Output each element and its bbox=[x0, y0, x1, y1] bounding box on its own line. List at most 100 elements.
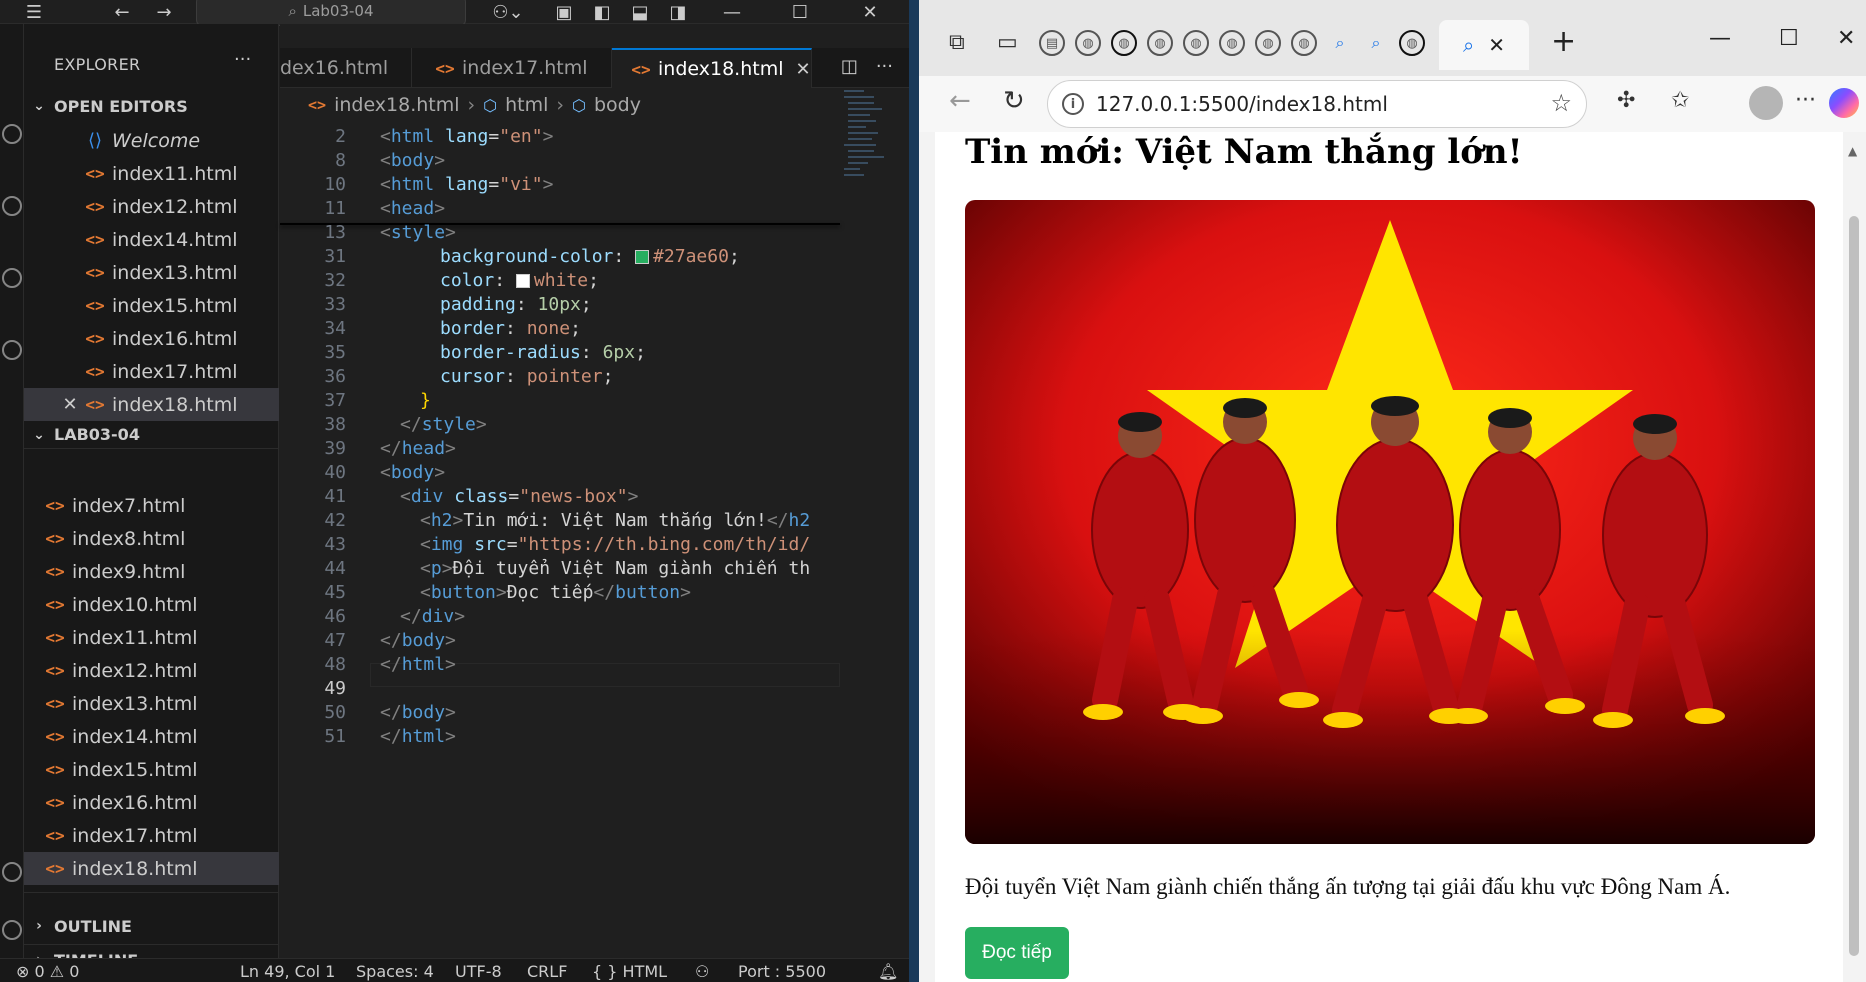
file-item[interactable]: <> index15.html bbox=[24, 753, 279, 786]
search-view-icon[interactable] bbox=[2, 124, 22, 144]
problems-indicator[interactable]: ⊗ 0 ⚠ 0 bbox=[16, 962, 79, 981]
code-line[interactable]: 46 </div> bbox=[280, 604, 840, 628]
tab-search-icon[interactable]: ⌕ bbox=[1363, 30, 1389, 56]
code-line[interactable]: 42 <h2>Tin mới: Việt Nam thắng lớn!</h2 bbox=[280, 508, 840, 532]
code-line[interactable]: 31 background-color: #27ae60; bbox=[280, 244, 840, 268]
tab-search-icon[interactable]: ⌕ bbox=[1327, 30, 1353, 56]
language-mode[interactable]: { } HTML bbox=[592, 962, 667, 981]
tab-actions-icon[interactable]: ▭ bbox=[997, 30, 1018, 55]
site-info-icon[interactable]: i bbox=[1062, 93, 1084, 115]
code-line[interactable]: 44 <p>Đội tuyển Việt Nam giành chiến th bbox=[280, 556, 840, 580]
file-item[interactable]: <> index14.html bbox=[24, 720, 279, 753]
code-line[interactable]: 38 </style> bbox=[280, 412, 840, 436]
code-line[interactable]: 11 <head> bbox=[280, 196, 840, 220]
file-item[interactable]: <> index17.html bbox=[24, 819, 279, 852]
file-item[interactable]: <> index10.html bbox=[24, 588, 279, 621]
settings-more-icon[interactable]: ··· bbox=[1795, 88, 1816, 113]
code-line[interactable]: 50 </body> bbox=[280, 700, 840, 724]
code-line[interactable]: 36 cursor: pointer; bbox=[280, 364, 840, 388]
close-editor-icon[interactable]: ✕ bbox=[60, 394, 80, 415]
copilot-status-icon[interactable]: ⚇ bbox=[695, 962, 709, 981]
manage-gear-icon[interactable] bbox=[2, 920, 22, 940]
profile-avatar[interactable] bbox=[1749, 86, 1783, 120]
open-editor-item[interactable]: <> index11.html bbox=[24, 157, 279, 190]
maximize-icon[interactable]: ☐ bbox=[788, 0, 812, 24]
extensions-puzzle-icon[interactable]: ✣ bbox=[1617, 88, 1635, 113]
tab-globe-icon[interactable]: ◍ bbox=[1183, 30, 1209, 56]
scrollbar-thumb[interactable] bbox=[1849, 216, 1859, 956]
code-line[interactable]: 41 <div class="news-box"> bbox=[280, 484, 840, 508]
file-item[interactable]: <> index8.html bbox=[24, 522, 279, 555]
open-editor-item[interactable]: ⟨⟩ Welcome bbox=[24, 124, 279, 157]
minimize-icon[interactable]: — bbox=[720, 0, 744, 24]
file-item[interactable]: <> index11.html bbox=[24, 621, 279, 654]
file-item[interactable]: <> index9.html bbox=[24, 555, 279, 588]
code-line[interactable]: 51 </html> bbox=[280, 724, 840, 748]
favorite-star-icon[interactable]: ☆ bbox=[1550, 89, 1572, 117]
close-tab-icon[interactable]: ✕ bbox=[795, 59, 810, 80]
new-tab-icon[interactable]: + bbox=[1551, 24, 1576, 59]
toggle-sidebar-icon[interactable]: ◧ bbox=[590, 0, 614, 24]
tab-globe-icon[interactable]: ◍ bbox=[1111, 30, 1137, 56]
code-line[interactable]: 40 <body> bbox=[280, 460, 840, 484]
tab-index17[interactable]: <> index17.html bbox=[412, 48, 612, 88]
active-browser-tab[interactable]: ⌕ ✕ bbox=[1439, 20, 1529, 70]
back-arrow-icon[interactable]: ← bbox=[110, 0, 134, 24]
maximize-icon[interactable]: ☐ bbox=[1779, 26, 1799, 51]
folder-header[interactable]: ⌄ LAB03-04 bbox=[24, 421, 279, 449]
code-line[interactable]: 49 bbox=[280, 676, 840, 700]
file-item[interactable]: <> index7.html bbox=[24, 489, 279, 522]
layout-customize-icon[interactable]: ▣ bbox=[552, 0, 576, 24]
refresh-icon[interactable]: ↻ bbox=[1003, 86, 1025, 116]
menu-icon[interactable]: ☰ bbox=[20, 0, 48, 24]
open-editor-item[interactable]: <> index12.html bbox=[24, 190, 279, 223]
tab-page-icon[interactable]: ▤ bbox=[1039, 30, 1065, 56]
open-editor-item-active[interactable]: ✕ <> index18.html bbox=[24, 388, 279, 421]
code-line[interactable]: 33 padding: 10px; bbox=[280, 292, 840, 316]
code-line[interactable]: 35 border-radius: 6px; bbox=[280, 340, 840, 364]
forward-arrow-icon[interactable]: → bbox=[152, 0, 176, 24]
tab-index18-active[interactable]: <> index18.html ✕ bbox=[612, 48, 812, 88]
toggle-panel-icon[interactable]: ⬓ bbox=[628, 0, 652, 24]
code-line[interactable]: 43 <img src="https://th.bing.com/th/id/ bbox=[280, 532, 840, 556]
tab-globe-icon[interactable]: ◍ bbox=[1291, 30, 1317, 56]
file-item[interactable]: <> index16.html bbox=[24, 786, 279, 819]
code-line[interactable]: 2 <html lang="en"> bbox=[280, 124, 840, 148]
open-editors-header[interactable]: ⌄ OPEN EDITORS bbox=[24, 92, 279, 120]
file-item[interactable]: <> index13.html bbox=[24, 687, 279, 720]
favorites-icon[interactable]: ✩ bbox=[1671, 88, 1689, 113]
extensions-icon[interactable] bbox=[2, 340, 22, 360]
tab-globe-icon[interactable]: ◍ bbox=[1399, 30, 1425, 56]
close-icon[interactable]: ✕ bbox=[858, 0, 882, 24]
split-editor-icon[interactable]: ◫ bbox=[841, 56, 858, 77]
live-server-port[interactable]: Port : 5500 bbox=[738, 962, 826, 981]
outline-header[interactable]: › OUTLINE bbox=[24, 912, 279, 940]
file-item[interactable]: <> index12.html bbox=[24, 654, 279, 687]
copilot-logo-icon[interactable] bbox=[1829, 88, 1859, 118]
run-debug-icon[interactable] bbox=[2, 268, 22, 288]
tab-globe-icon[interactable]: ◍ bbox=[1255, 30, 1281, 56]
code-line[interactable]: 8 <body> bbox=[280, 148, 840, 172]
code-line[interactable]: 48 </html> bbox=[280, 652, 840, 676]
close-window-icon[interactable]: ✕ bbox=[1837, 26, 1855, 51]
tab-globe-icon[interactable]: ◍ bbox=[1147, 30, 1173, 56]
more-actions-icon[interactable]: ··· bbox=[234, 49, 251, 70]
toggle-secondary-sidebar-icon[interactable]: ◨ bbox=[666, 0, 690, 24]
minimap[interactable] bbox=[840, 88, 900, 188]
accounts-icon[interactable] bbox=[2, 862, 22, 882]
tab-globe-icon[interactable]: ◍ bbox=[1219, 30, 1245, 56]
copilot-icon[interactable]: ⚇⌄ bbox=[488, 0, 528, 24]
encoding[interactable]: UTF-8 bbox=[455, 962, 502, 981]
tab-globe-icon[interactable]: ◍ bbox=[1075, 30, 1101, 56]
indentation[interactable]: Spaces: 4 bbox=[356, 962, 434, 981]
line-ending[interactable]: CRLF bbox=[527, 962, 567, 981]
open-editor-item[interactable]: <> index13.html bbox=[24, 256, 279, 289]
source-control-icon[interactable] bbox=[2, 196, 22, 216]
code-line[interactable]: 47 </body> bbox=[280, 628, 840, 652]
open-editor-item[interactable]: <> index16.html bbox=[24, 322, 279, 355]
code-line[interactable]: 13 <style> bbox=[280, 220, 840, 244]
address-bar[interactable]: i 127.0.0.1:5500/index18.html ☆ bbox=[1047, 80, 1587, 128]
breadcrumb-body[interactable]: body bbox=[594, 94, 641, 116]
code-line[interactable]: 39 </head> bbox=[280, 436, 840, 460]
code-line[interactable]: 32 color: white; bbox=[280, 268, 840, 292]
